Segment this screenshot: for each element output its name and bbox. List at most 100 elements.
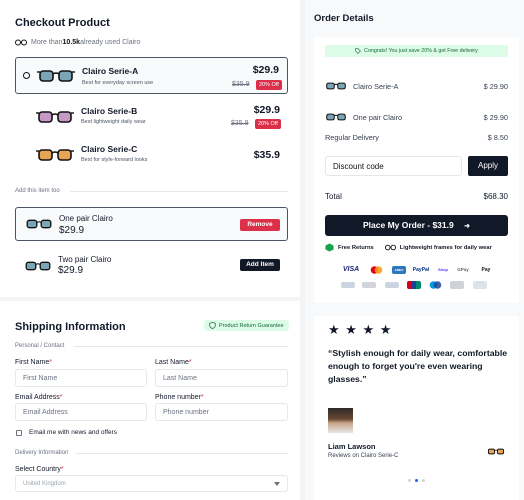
country-select[interactable]: United Kingdom — [15, 475, 288, 492]
payment-icon — [385, 282, 399, 288]
lightweight-text: Lightweight frames for daily wear — [399, 244, 492, 251]
shield-icon — [209, 322, 216, 329]
product-price: $35.9 — [253, 149, 280, 161]
country-value: United Kingdom — [23, 480, 66, 487]
chevron-down-icon — [274, 482, 280, 486]
payment-icon — [362, 282, 376, 288]
glasses-icon — [487, 448, 505, 455]
product-option-serie-a[interactable]: Clairo Serie-A Best for everyday screen … — [15, 57, 288, 94]
glasses-icon — [15, 39, 27, 46]
first-name-label: First Name* — [15, 359, 52, 366]
last-name-label: Last Name* — [155, 359, 192, 366]
guarantee-text: Product Return Guarantee — [219, 322, 284, 329]
product-desc: Best for style-forward looks — [81, 157, 148, 163]
carousel-dots — [408, 479, 425, 482]
glasses-serie-c-icon — [36, 149, 74, 161]
order-summary-card: Congrats! You just save 20% & get Free d… — [314, 37, 519, 303]
email-label-text: Email Address — [15, 394, 60, 401]
addon-two-pair[interactable]: Two pair Clairo $29.9 Add Item — [15, 250, 288, 284]
product-desc: Best for everyday screen use — [82, 80, 154, 86]
order-item: Clairo Serie-A $ 29.90 — [325, 81, 508, 91]
divider — [70, 191, 288, 192]
product-old-price: $35.9 — [231, 120, 249, 127]
addon-price: $29.9 — [59, 225, 85, 236]
divider — [76, 453, 288, 454]
newsletter-label: Email me with news and offers — [29, 429, 118, 436]
glasses-addon-icon — [26, 219, 52, 229]
review-card: ★ ★ ★ ★ “Stylish enough for daily wear, … — [314, 316, 519, 500]
payment-icon — [473, 281, 487, 289]
product-option-serie-b[interactable]: Clairo Serie-B Best lightweight daily we… — [15, 99, 288, 134]
payment-icon — [450, 281, 464, 289]
remove-button[interactable]: Remove — [240, 219, 280, 231]
promo-text: Congrats! You just save 20% & get Free d… — [364, 48, 478, 54]
carousel-dot-active[interactable] — [415, 479, 418, 482]
product-name: Clairo Serie-B — [81, 106, 138, 116]
discount-code-input[interactable]: Discount code — [325, 156, 462, 176]
addon-label: Add this item too — [15, 188, 60, 194]
addon-name: Two pair Clairo — [58, 255, 112, 264]
order-panel: Order Details Congrats! You just save 20… — [305, 0, 524, 500]
first-name-field[interactable]: First Name — [15, 369, 147, 387]
newsletter-checkbox[interactable] — [16, 429, 22, 436]
reviewer-name: Liam Lawson — [328, 442, 376, 451]
reviewer-product: Reviews on Clairo Serie-C — [328, 453, 399, 459]
review-quote: “Stylish enough for daily wear, comforta… — [328, 348, 508, 384]
place-order-button[interactable]: Place My Order - $31.9 ➜ — [325, 215, 508, 236]
phone-field[interactable]: Phone number — [155, 403, 288, 421]
product-option-serie-c[interactable]: Clairo Serie-C Best for style-forward lo… — [15, 138, 288, 172]
product-desc: Best lightweight daily wear — [81, 119, 146, 125]
product-name: Clairo Serie-A — [82, 66, 139, 76]
rating-stars-icon: ★ ★ ★ ★ — [328, 322, 393, 337]
required-mark: * — [188, 359, 192, 366]
total-value: $68.30 — [483, 192, 508, 201]
email-label: Email Address* — [15, 394, 62, 401]
order-title: Order Details — [314, 13, 374, 24]
divider — [74, 346, 288, 347]
addon-one-pair[interactable]: One pair Clairo $29.9 Remove — [15, 207, 288, 241]
total-row: Total $68.30 — [325, 192, 508, 201]
radio-selected[interactable] — [23, 72, 30, 79]
social-proof-prefix: More than — [31, 39, 63, 46]
order-item: One pair Clairo $ 29.90 — [325, 112, 508, 122]
discount-badge: 20% Off — [255, 119, 281, 129]
product-name: Clairo Serie-C — [81, 144, 138, 154]
addon-price: $29.9 — [58, 265, 84, 276]
glasses-serie-b-icon — [36, 111, 74, 123]
glasses-icon — [326, 82, 346, 90]
tag-icon — [355, 48, 361, 54]
add-item-button[interactable]: Add Item — [240, 259, 280, 271]
place-order-label: Place My Order - $31.9 — [363, 220, 454, 230]
social-proof-count: 10.5k — [62, 39, 81, 46]
last-name-field[interactable]: Last Name — [155, 369, 288, 387]
country-label-text: Select Country — [15, 466, 61, 473]
mastercard-icon — [370, 266, 383, 274]
carousel-dot[interactable] — [408, 479, 411, 482]
delivery-label: Regular Delivery — [325, 133, 379, 142]
required-mark: * — [200, 394, 204, 401]
order-item-price: $ 29.90 — [483, 81, 508, 91]
glasses-icon — [384, 244, 396, 251]
delivery-row: Regular Delivery $ 8.50 — [325, 133, 508, 142]
maestro-icon — [429, 281, 442, 289]
apply-button[interactable]: Apply — [468, 156, 508, 176]
social-proof: More than 10.5k already used Clairo — [15, 39, 140, 46]
phone-label-text: Phone number — [155, 394, 201, 401]
visa-icon: VISA — [342, 266, 360, 273]
phone-label: Phone number* — [155, 394, 204, 401]
product-price: $29.9 — [252, 64, 279, 76]
section-delivery: Delivery Information — [15, 450, 69, 456]
apple-pay-icon: Pay — [481, 267, 491, 273]
total-label: Total — [325, 192, 342, 201]
guarantee-badge: Product Return Guarantee — [204, 320, 289, 331]
glasses-serie-a-icon — [37, 70, 75, 82]
shipping-title: Shipping Information — [15, 321, 126, 333]
promo-banner: Congrats! You just save 20% & get Free d… — [325, 45, 508, 57]
newsletter-option[interactable]: Email me with news and offers — [16, 429, 117, 436]
box-icon — [325, 243, 334, 252]
unionpay-icon — [407, 281, 421, 289]
shop-pay-icon: Shop — [438, 267, 448, 272]
checkout-title: Checkout Product — [15, 17, 110, 29]
carousel-dot[interactable] — [422, 479, 425, 482]
email-field[interactable]: Email Address — [15, 403, 147, 421]
